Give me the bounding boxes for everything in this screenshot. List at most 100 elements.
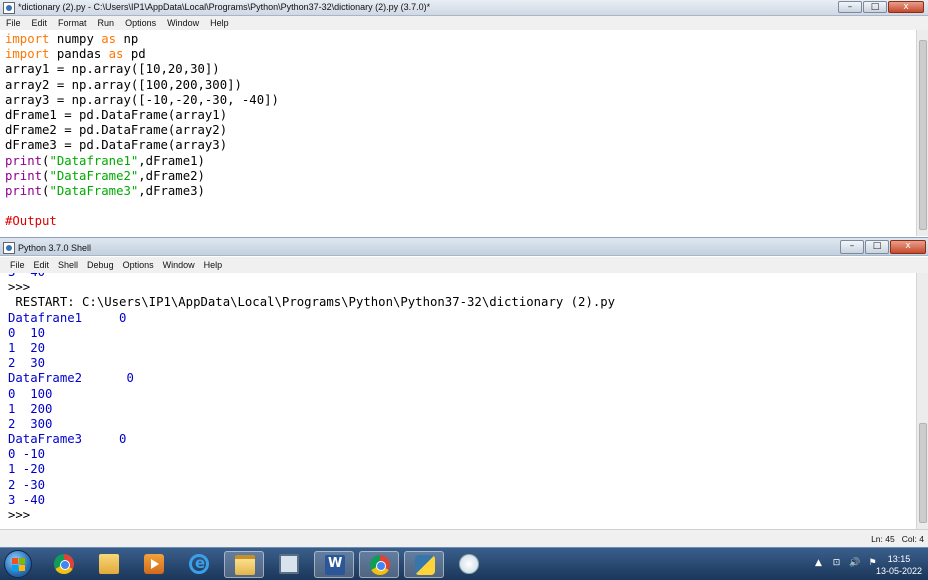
shell-menubar: File Edit Shell Debug Options Window Hel… — [0, 257, 928, 273]
code-line: dFrame2 = pd.DataFrame(array2) — [5, 123, 916, 138]
editor-menubar: File Edit Format Run Options Window Help — [0, 16, 928, 30]
python-idle-icon — [415, 555, 435, 575]
network-icon[interactable]: ⊡ — [831, 558, 842, 569]
code-token: numpy — [49, 32, 102, 46]
editor-scrollbar-thumb[interactable] — [919, 40, 927, 230]
taskbar-paint[interactable] — [449, 551, 489, 578]
folder-icon — [99, 554, 119, 574]
code-line: print("DataFrame3",dFrame3) — [5, 184, 916, 199]
shell-menu-edit[interactable]: Edit — [34, 260, 50, 270]
shell-line: 2 30 — [8, 356, 46, 371]
clock-time: 13:15 — [887, 554, 911, 564]
editor-window-title: *dictionary (2).py - C:\Users\IP1\AppDat… — [18, 2, 431, 12]
code-token: "Datafrane1" — [49, 153, 139, 168]
shell-line: 3 -40 — [8, 273, 916, 280]
code-line: dFrame3 = pd.DataFrame(array3) — [5, 138, 916, 153]
code-token: dFrame3 = pd.DataFrame(array3) — [5, 138, 228, 153]
code-token: import — [5, 32, 50, 46]
editor-minimize-button[interactable]: – — [838, 1, 862, 13]
code-token: print — [5, 183, 43, 198]
code-token: dFrame2 = pd.DataFrame(array2) — [5, 123, 228, 138]
shell-minimize-button[interactable]: – — [840, 240, 864, 254]
shell-maximize-button[interactable]: □ — [865, 240, 889, 254]
shell-line: Datafrane1 0 — [8, 310, 127, 325]
shell-line: DataFrame2 0 — [8, 371, 134, 386]
shell-menu-debug[interactable]: Debug — [87, 260, 114, 270]
code-line: print("DataFrame2",dFrame2) — [5, 169, 916, 184]
editor-menu-run[interactable]: Run — [98, 18, 115, 28]
taskbar-word[interactable] — [314, 551, 354, 578]
taskbar-file-explorer[interactable] — [224, 551, 264, 578]
code-token: np — [116, 32, 139, 46]
shell-line: >>> — [8, 280, 31, 295]
code-token: pandas — [49, 47, 109, 62]
code-token: #Output — [5, 214, 57, 229]
shell-line: 0 100 — [8, 386, 53, 401]
editor-menu-format[interactable]: Format — [58, 18, 87, 28]
code-editor[interactable]: import numpy as np import pandas as pd arr… — [0, 30, 916, 236]
editor-menu-edit[interactable]: Edit — [32, 18, 48, 28]
shell-line: 1 20 — [8, 340, 46, 355]
code-line: array1 = np.array([10,20,30]) — [5, 62, 916, 77]
code-token: array3 = np.array([-10,-20,-30, -40]) — [5, 92, 279, 107]
system-tray: ▲ ⊡ 🔊 ⚑ — [813, 558, 878, 569]
shell-scrollbar-thumb[interactable] — [919, 423, 927, 523]
editor-scrollbar[interactable] — [916, 30, 928, 236]
taskbar-folder[interactable] — [89, 551, 129, 578]
shell-line: 0 -10 — [8, 447, 46, 462]
shell-menu-shell[interactable]: Shell — [58, 260, 78, 270]
shell-titlebar: Python 3.7.0 Shell – □ x — [0, 237, 928, 256]
taskbar-python-idle[interactable] — [404, 551, 444, 578]
code-line: print("Datafrane1",dFrame1) — [5, 154, 916, 169]
editor-menu-file[interactable]: File — [6, 18, 21, 28]
taskbar-monitor[interactable] — [269, 551, 309, 578]
code-token: array2 = np.array([100,200,300]) — [5, 77, 242, 92]
taskbar-chrome-2[interactable] — [359, 551, 399, 578]
shell-menu-file[interactable]: File — [10, 260, 25, 270]
shell-scrollbar[interactable] — [916, 273, 928, 529]
taskbar-clock[interactable]: 13:15 13-05-2022 — [876, 553, 922, 577]
shell-line: RESTART: C:\Users\IP1\AppData\Local\Prog… — [8, 295, 616, 310]
cursor-position: Ln: 45 Col: 4 — [871, 534, 924, 544]
shell-line: >>> — [8, 508, 31, 522]
taskbar: ▲ ⊡ 🔊 ⚑ 13:15 13-05-2022 — [0, 547, 928, 580]
word-icon — [325, 555, 345, 575]
shell-menu-window[interactable]: Window — [163, 260, 195, 270]
internet-explorer-icon — [189, 554, 209, 574]
editor-maximize-button[interactable]: □ — [863, 1, 887, 13]
editor-menu-help[interactable]: Help — [210, 18, 229, 28]
code-token: "DataFrame3" — [49, 183, 139, 198]
editor-menu-window[interactable]: Window — [167, 18, 199, 28]
taskbar-media-player[interactable] — [134, 551, 174, 578]
shell-line: 2 -30 — [8, 477, 46, 492]
shell-menu-help[interactable]: Help — [204, 260, 223, 270]
code-token: dFrame1 = pd.DataFrame(array1) — [5, 107, 228, 122]
shell-line: DataFrame3 0 — [8, 432, 127, 447]
shell-window-controls: – □ x — [840, 240, 926, 254]
shell-output[interactable]: 3 -40>>> RESTART: C:\Users\IP1\AppData\L… — [0, 273, 916, 529]
code-line: import numpy as np — [5, 32, 916, 47]
shell-line: 2 300 — [8, 416, 53, 431]
code-token: as — [108, 47, 124, 62]
show-hidden-icons-icon[interactable]: ▲ — [813, 558, 824, 569]
code-token: "DataFrame2" — [49, 168, 139, 183]
code-token: import — [5, 47, 50, 62]
editor-menu-options[interactable]: Options — [125, 18, 156, 28]
code-line: #Output — [5, 214, 916, 229]
shell-window-title: Python 3.7.0 Shell — [18, 243, 92, 253]
taskbar-chrome[interactable] — [44, 551, 84, 578]
code-token: ,dFrame2) — [138, 168, 205, 183]
taskbar-internet-explorer[interactable] — [179, 551, 219, 578]
shell-line: 1 -20 — [8, 462, 46, 477]
code-token: as — [101, 32, 117, 46]
code-token: print — [5, 153, 43, 168]
volume-icon[interactable]: 🔊 — [849, 558, 860, 569]
shell-menu-options[interactable]: Options — [123, 260, 154, 270]
editor-close-button[interactable]: x — [888, 1, 924, 13]
monitor-icon — [279, 554, 299, 574]
chrome-icon — [370, 555, 390, 575]
shell-close-button[interactable]: x — [890, 240, 926, 254]
start-button[interactable] — [4, 550, 32, 578]
code-token: array1 = np.array([10,20,30]) — [5, 62, 220, 77]
